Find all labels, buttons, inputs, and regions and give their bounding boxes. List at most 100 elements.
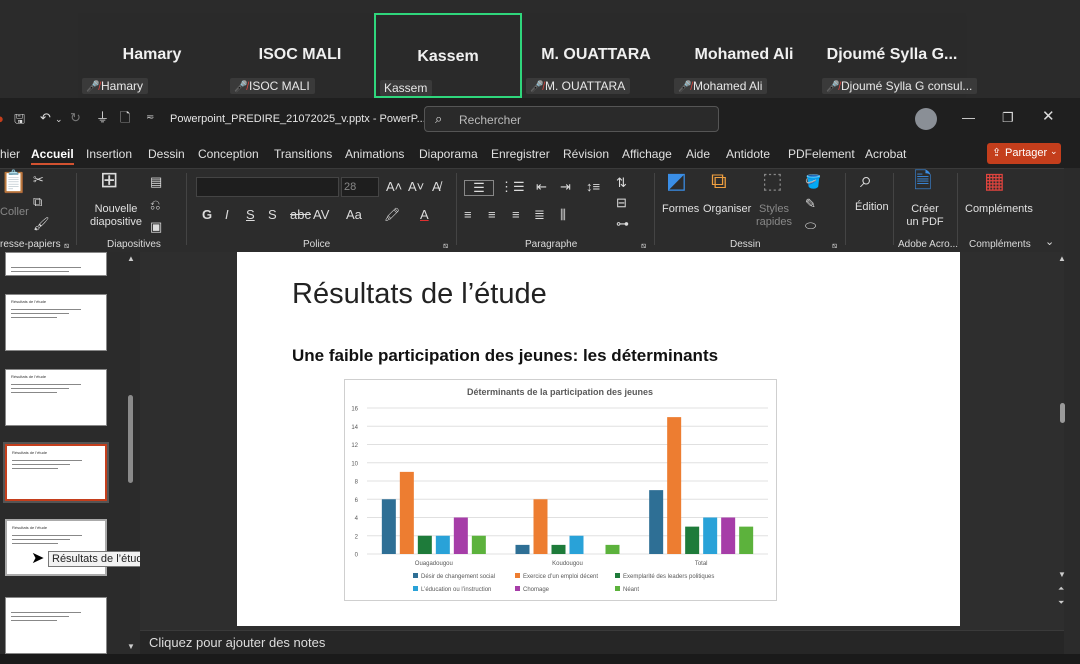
font-name-select[interactable] (196, 177, 339, 197)
ribbon-tab[interactable]: Antidote (726, 147, 770, 161)
bullets-icon[interactable]: ☰ (464, 180, 494, 196)
change-case-icon[interactable]: Aa (346, 208, 362, 222)
scrollbar-thumb[interactable] (1060, 403, 1065, 423)
strikethrough-icon[interactable]: abc (290, 208, 311, 222)
columns-icon[interactable]: ⫼ (560, 208, 566, 222)
scrollbar-thumb[interactable] (128, 395, 133, 483)
new-slide-icon[interactable]: ⊞ (100, 169, 118, 191)
notes-pane[interactable]: Cliquez pour ajouter des notes (140, 630, 1064, 654)
ribbon-tab[interactable]: PDFelement (788, 147, 855, 161)
shape-fill-icon[interactable]: 🪣 (805, 175, 821, 189)
arrange-button[interactable]: Organiser (703, 203, 751, 215)
ribbon-tab[interactable]: Insertion (86, 147, 132, 161)
new-file-icon[interactable]: 🗋 (120, 111, 130, 125)
new-slide-button[interactable]: Nouvelle diapositive (86, 203, 146, 229)
section-icon[interactable]: ▣ (150, 220, 162, 234)
participant-tile[interactable]: ISOC MALI 🎤̸ISOC MALI (226, 13, 374, 98)
shapes-button[interactable]: Formes (662, 203, 699, 215)
slide-thumbnail[interactable] (5, 252, 107, 276)
participant-tile[interactable]: Hamary 🎤̸Hamary (78, 13, 226, 98)
clear-format-icon[interactable]: A̸ (432, 180, 441, 194)
shrink-font-icon[interactable]: A˅ (408, 180, 424, 194)
underline-icon[interactable]: S (246, 208, 255, 222)
ribbon-tab[interactable]: Diaporama (419, 147, 478, 161)
font-launcher-icon[interactable]: ⧅ (443, 239, 448, 253)
ribbon-tab[interactable]: Enregistrer (491, 147, 550, 161)
reset-icon[interactable]: ⎌ (150, 198, 160, 212)
slide-title[interactable]: Résultats de l’étude (292, 278, 547, 311)
slide-thumbnail[interactable]: Résultats de l’étude (5, 519, 107, 576)
ribbon-tab[interactable]: Dessin (148, 147, 185, 161)
layout-icon[interactable]: ▤ (150, 175, 162, 189)
avatar[interactable] (915, 108, 937, 130)
text-direction-icon[interactable]: ⇅ (616, 176, 627, 190)
drawing-launcher-icon[interactable]: ⧅ (832, 239, 837, 253)
undo-dropdown-icon[interactable]: ⌄ (55, 112, 63, 126)
paste-icon[interactable]: 📋 (0, 171, 27, 193)
shapes-icon[interactable]: ◩ (666, 170, 687, 192)
create-pdf-button[interactable]: Créer un PDF (905, 203, 945, 229)
align-text-icon[interactable]: ⊟ (616, 196, 627, 210)
editor-scrollbar[interactable]: ▲ ▼ ⏶ ⏷ (1058, 254, 1068, 628)
thumbnail-scrollbar[interactable]: ▲ ▼ (126, 252, 136, 654)
restore-icon[interactable]: ❐ (1002, 111, 1014, 125)
scroll-down-icon[interactable]: ▼ (1058, 570, 1066, 579)
participant-tile[interactable]: Mohamed Ali 🎤̸Mohamed Ali (670, 13, 818, 98)
customize-qat-icon[interactable]: ≂ (146, 111, 154, 125)
find-icon[interactable]: ⌕ (860, 169, 872, 191)
copy-icon[interactable]: ⧉ (33, 195, 42, 209)
redo-icon[interactable]: ↻ (70, 111, 81, 125)
share-button[interactable]: ⇪ Partager ⌄ (987, 143, 1061, 164)
justify-icon[interactable]: ≣ (534, 208, 545, 222)
ribbon-tab[interactable]: Révision (563, 147, 609, 161)
font-size-select[interactable]: 28 (341, 177, 379, 197)
highlight-icon[interactable]: 🖍 (384, 208, 401, 222)
ribbon-tab[interactable]: hier (0, 147, 20, 161)
close-icon[interactable]: ✕ (1042, 109, 1055, 124)
ribbon-tab[interactable]: Accueil (31, 147, 74, 165)
paragraph-launcher-icon[interactable]: ⧅ (641, 239, 646, 253)
search-box[interactable]: ⌕ Rechercher (424, 106, 719, 132)
character-spacing-icon[interactable]: AV (313, 208, 329, 222)
present-icon[interactable]: ⏚ (96, 111, 109, 125)
clipboard-launcher-icon[interactable]: ⧅ (64, 239, 69, 253)
smartart-icon[interactable]: ⊶ (616, 217, 629, 231)
ribbon-tab[interactable]: Affichage (622, 147, 672, 161)
previous-slide-icon[interactable]: ⏶ (1058, 584, 1064, 594)
undo-icon[interactable]: ↶ (40, 111, 51, 125)
arrange-icon[interactable]: ⧉ (711, 170, 727, 192)
align-center-icon[interactable]: ≡ (488, 208, 496, 222)
scroll-up-icon[interactable]: ▲ (1058, 254, 1066, 263)
slide-subtitle[interactable]: Une faible participation des jeunes: les… (292, 346, 718, 366)
participant-tile[interactable]: M. OUATTARA 🎤̸M. OUATTARA (522, 13, 670, 98)
line-spacing-icon[interactable]: ↕≡ (586, 180, 600, 194)
chart-container[interactable]: Déterminants de la participation des jeu… (344, 379, 777, 601)
next-slide-icon[interactable]: ⏷ (1058, 598, 1064, 608)
ribbon-tab[interactable]: Animations (345, 147, 404, 161)
align-left-icon[interactable]: ≡ (464, 208, 472, 222)
create-pdf-icon[interactable]: 🗎 (914, 170, 932, 192)
save-icon[interactable]: 🖫 (14, 112, 25, 126)
ribbon-tab[interactable]: Aide (686, 147, 710, 161)
add-ins-button[interactable]: Compléments (965, 203, 1033, 215)
shape-effects-icon[interactable]: ⬭ (805, 219, 816, 233)
scroll-up-icon[interactable]: ▲ (127, 254, 135, 263)
editing-button[interactable]: Édition (855, 201, 889, 213)
ribbon-tab[interactable]: Transitions (274, 147, 332, 161)
shadow-icon[interactable]: S (268, 208, 277, 222)
slide-thumbnail[interactable]: Résultats de l’étude (5, 369, 107, 426)
slide-canvas[interactable]: Résultats de l’étude Une faible particip… (237, 252, 960, 626)
bold-icon[interactable]: G (202, 208, 212, 222)
increase-indent-icon[interactable]: ⇥ (560, 180, 571, 194)
decrease-indent-icon[interactable]: ⇤ (536, 180, 547, 194)
italic-icon[interactable]: I (225, 208, 229, 222)
quick-styles-button[interactable]: Styles rapides (754, 203, 794, 229)
slide-thumbnail[interactable]: Résultats de l’étude (5, 294, 107, 351)
collapse-ribbon-icon[interactable]: ⌄ (1045, 235, 1054, 249)
slide-thumbnail[interactable] (5, 597, 107, 654)
add-ins-icon[interactable]: ▦ (984, 170, 1005, 192)
ribbon-tab[interactable]: Conception (198, 147, 259, 161)
align-right-icon[interactable]: ≡ (512, 208, 520, 222)
participant-tile[interactable]: Djoumé Sylla G... 🎤̸Djoumé Sylla G consul… (818, 13, 978, 98)
participant-tile[interactable]: Kassem Kassem (374, 13, 522, 98)
